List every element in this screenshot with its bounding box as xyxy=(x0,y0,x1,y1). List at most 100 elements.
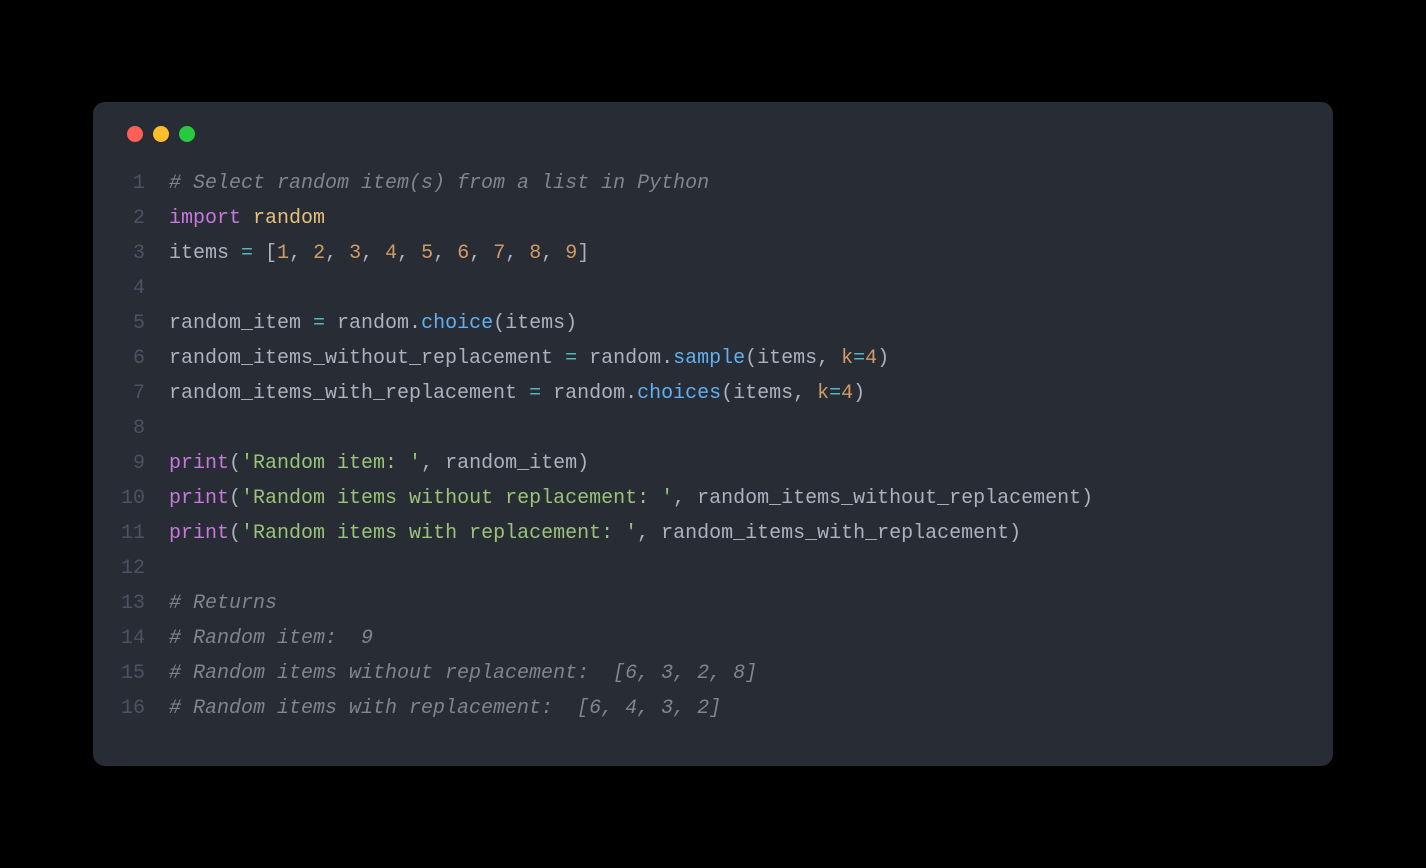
code-content[interactable]: # Random item: 9 xyxy=(169,621,1305,656)
token: # Random items without replacement: [6, … xyxy=(169,662,757,685)
line-number: 13 xyxy=(121,586,169,621)
token: , xyxy=(361,242,385,265)
line-number: 10 xyxy=(121,481,169,516)
token: , random_items_without_replacement) xyxy=(673,487,1093,510)
token: 4 xyxy=(385,242,397,265)
token: 5 xyxy=(421,242,433,265)
token: , xyxy=(325,242,349,265)
code-line[interactable]: 6random_items_without_replacement = rand… xyxy=(121,341,1305,376)
token: = xyxy=(829,382,841,405)
code-line[interactable]: 16# Random items with replacement: [6, 4… xyxy=(121,691,1305,726)
token: (items) xyxy=(493,312,577,335)
token: , xyxy=(397,242,421,265)
token: 2 xyxy=(313,242,325,265)
token: 7 xyxy=(493,242,505,265)
token: 4 xyxy=(841,382,853,405)
code-content[interactable]: print('Random items with replacement: ',… xyxy=(169,516,1305,551)
code-content[interactable]: print('Random items without replacement:… xyxy=(169,481,1305,516)
token: , xyxy=(289,242,313,265)
token: random xyxy=(253,207,325,230)
maximize-icon[interactable] xyxy=(179,126,195,142)
token: ] xyxy=(577,242,589,265)
code-line[interactable]: 11print('Random items with replacement: … xyxy=(121,516,1305,551)
code-line[interactable]: 5random_item = random.choice(items) xyxy=(121,306,1305,341)
token: sample xyxy=(673,347,745,370)
line-number: 3 xyxy=(121,236,169,271)
code-content[interactable]: # Random items with replacement: [6, 4, … xyxy=(169,691,1305,726)
code-line[interactable]: 7random_items_with_replacement = random.… xyxy=(121,376,1305,411)
code-line[interactable]: 15# Random items without replacement: [6… xyxy=(121,656,1305,691)
line-number: 14 xyxy=(121,621,169,656)
code-content[interactable] xyxy=(169,271,1305,306)
code-line[interactable]: 4 xyxy=(121,271,1305,306)
code-content[interactable] xyxy=(169,411,1305,446)
code-content[interactable]: random_items_without_replacement = rando… xyxy=(169,341,1305,376)
token: ( xyxy=(229,452,241,475)
code-content[interactable]: random_items_with_replacement = random.c… xyxy=(169,376,1305,411)
token: = xyxy=(529,382,541,405)
token: 3 xyxy=(349,242,361,265)
code-content[interactable]: # Random items without replacement: [6, … xyxy=(169,656,1305,691)
line-number: 7 xyxy=(121,376,169,411)
code-window: 1# Select random item(s) from a list in … xyxy=(93,102,1333,766)
code-content[interactable]: # Returns xyxy=(169,586,1305,621)
token: print xyxy=(169,522,229,545)
minimize-icon[interactable] xyxy=(153,126,169,142)
line-number: 15 xyxy=(121,656,169,691)
token: ( xyxy=(229,487,241,510)
token: import xyxy=(169,207,241,230)
line-number: 2 xyxy=(121,201,169,236)
code-editor[interactable]: 1# Select random item(s) from a list in … xyxy=(121,166,1305,726)
code-content[interactable]: import random xyxy=(169,201,1305,236)
code-content[interactable]: items = [1, 2, 3, 4, 5, 6, 7, 8, 9] xyxy=(169,236,1305,271)
code-content[interactable]: # Select random item(s) from a list in P… xyxy=(169,166,1305,201)
token: , xyxy=(505,242,529,265)
code-line[interactable]: 10print('Random items without replacemen… xyxy=(121,481,1305,516)
line-number: 11 xyxy=(121,516,169,551)
token: ) xyxy=(853,382,865,405)
line-number: 6 xyxy=(121,341,169,376)
code-content[interactable] xyxy=(169,551,1305,586)
token: (items, xyxy=(745,347,841,370)
code-content[interactable]: random_item = random.choice(items) xyxy=(169,306,1305,341)
token: 8 xyxy=(529,242,541,265)
token: 6 xyxy=(457,242,469,265)
code-content[interactable]: print('Random item: ', random_item) xyxy=(169,446,1305,481)
token: # Random items with replacement: [6, 4, … xyxy=(169,697,721,720)
token: k xyxy=(841,347,853,370)
line-number: 1 xyxy=(121,166,169,201)
token: print xyxy=(169,452,229,475)
code-line[interactable]: 12 xyxy=(121,551,1305,586)
code-line[interactable]: 8 xyxy=(121,411,1305,446)
token: k xyxy=(817,382,829,405)
token: choice xyxy=(421,312,493,335)
line-number: 8 xyxy=(121,411,169,446)
token: , random_items_with_replacement) xyxy=(637,522,1021,545)
code-line[interactable]: 13# Returns xyxy=(121,586,1305,621)
token: # Select random item(s) from a list in P… xyxy=(169,172,709,195)
line-number: 12 xyxy=(121,551,169,586)
token: , xyxy=(541,242,565,265)
token: [ xyxy=(253,242,277,265)
window-controls xyxy=(121,126,1305,142)
line-number: 5 xyxy=(121,306,169,341)
code-line[interactable]: 14# Random item: 9 xyxy=(121,621,1305,656)
close-icon[interactable] xyxy=(127,126,143,142)
code-line[interactable]: 1# Select random item(s) from a list in … xyxy=(121,166,1305,201)
token: ) xyxy=(877,347,889,370)
token: print xyxy=(169,487,229,510)
token: choices xyxy=(637,382,721,405)
token: = xyxy=(853,347,865,370)
line-number: 4 xyxy=(121,271,169,306)
token: 4 xyxy=(865,347,877,370)
token: random. xyxy=(325,312,421,335)
token: , random_item) xyxy=(421,452,589,475)
token: ( xyxy=(229,522,241,545)
token: = xyxy=(565,347,577,370)
code-line[interactable]: 2import random xyxy=(121,201,1305,236)
token: 'Random item: ' xyxy=(241,452,421,475)
code-line[interactable]: 3items = [1, 2, 3, 4, 5, 6, 7, 8, 9] xyxy=(121,236,1305,271)
code-line[interactable]: 9print('Random item: ', random_item) xyxy=(121,446,1305,481)
line-number: 9 xyxy=(121,446,169,481)
line-number: 16 xyxy=(121,691,169,726)
